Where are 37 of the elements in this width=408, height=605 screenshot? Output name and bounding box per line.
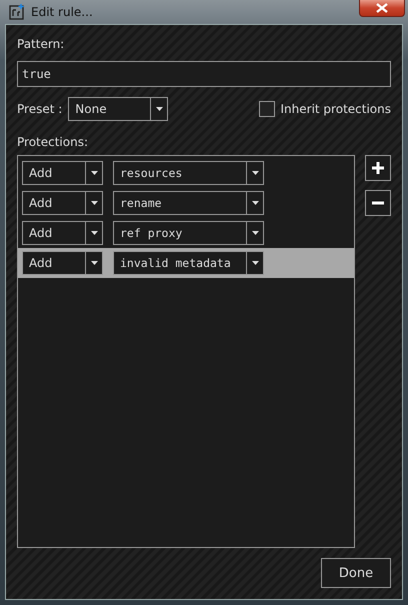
inherit-checkbox[interactable]: [258, 101, 275, 117]
protection-row[interactable]: Add ref proxy: [18, 218, 354, 248]
caret-icon: [90, 171, 98, 175]
preset-dropdown[interactable]: None: [68, 97, 168, 121]
caret-icon: [252, 231, 258, 235]
add-button[interactable]: [365, 155, 391, 181]
action-dropdown[interactable]: Add: [22, 251, 103, 275]
action-dropdown[interactable]: Add: [22, 221, 103, 245]
preset-label: Preset :: [17, 102, 62, 116]
plus-icon: [372, 162, 384, 174]
window-title: Edit rule...: [31, 5, 93, 19]
protections-label: Protections:: [17, 135, 90, 149]
close-icon: [376, 3, 388, 13]
close-button[interactable]: [359, 0, 405, 17]
caret-icon: [156, 107, 163, 111]
done-button[interactable]: Done: [321, 558, 391, 588]
minus-icon: [372, 201, 384, 205]
remove-button[interactable]: [365, 190, 391, 216]
app-icon: [9, 4, 25, 20]
pattern-field[interactable]: true: [17, 61, 391, 87]
pattern-label: Pattern:: [17, 37, 66, 51]
protection-dropdown[interactable]: invalid metadata: [113, 251, 264, 275]
protection-dropdown[interactable]: ref proxy: [113, 221, 264, 245]
protection-dropdown[interactable]: rename: [113, 191, 264, 215]
action-dropdown[interactable]: Add: [22, 161, 103, 185]
caret-icon: [90, 231, 98, 235]
caret-icon: [90, 261, 98, 265]
protection-row[interactable]: Add invalid metadata: [18, 248, 354, 278]
caret-icon: [252, 201, 258, 205]
caret-icon: [90, 201, 98, 205]
action-dropdown[interactable]: Add: [22, 191, 103, 215]
caret-icon: [252, 171, 258, 175]
inherit-label: Inherit protections: [280, 102, 391, 116]
protection-row[interactable]: Add rename: [18, 188, 354, 218]
protection-row[interactable]: Add resources: [18, 158, 354, 188]
protection-dropdown[interactable]: resources: [113, 161, 264, 185]
caret-icon: [252, 261, 258, 265]
